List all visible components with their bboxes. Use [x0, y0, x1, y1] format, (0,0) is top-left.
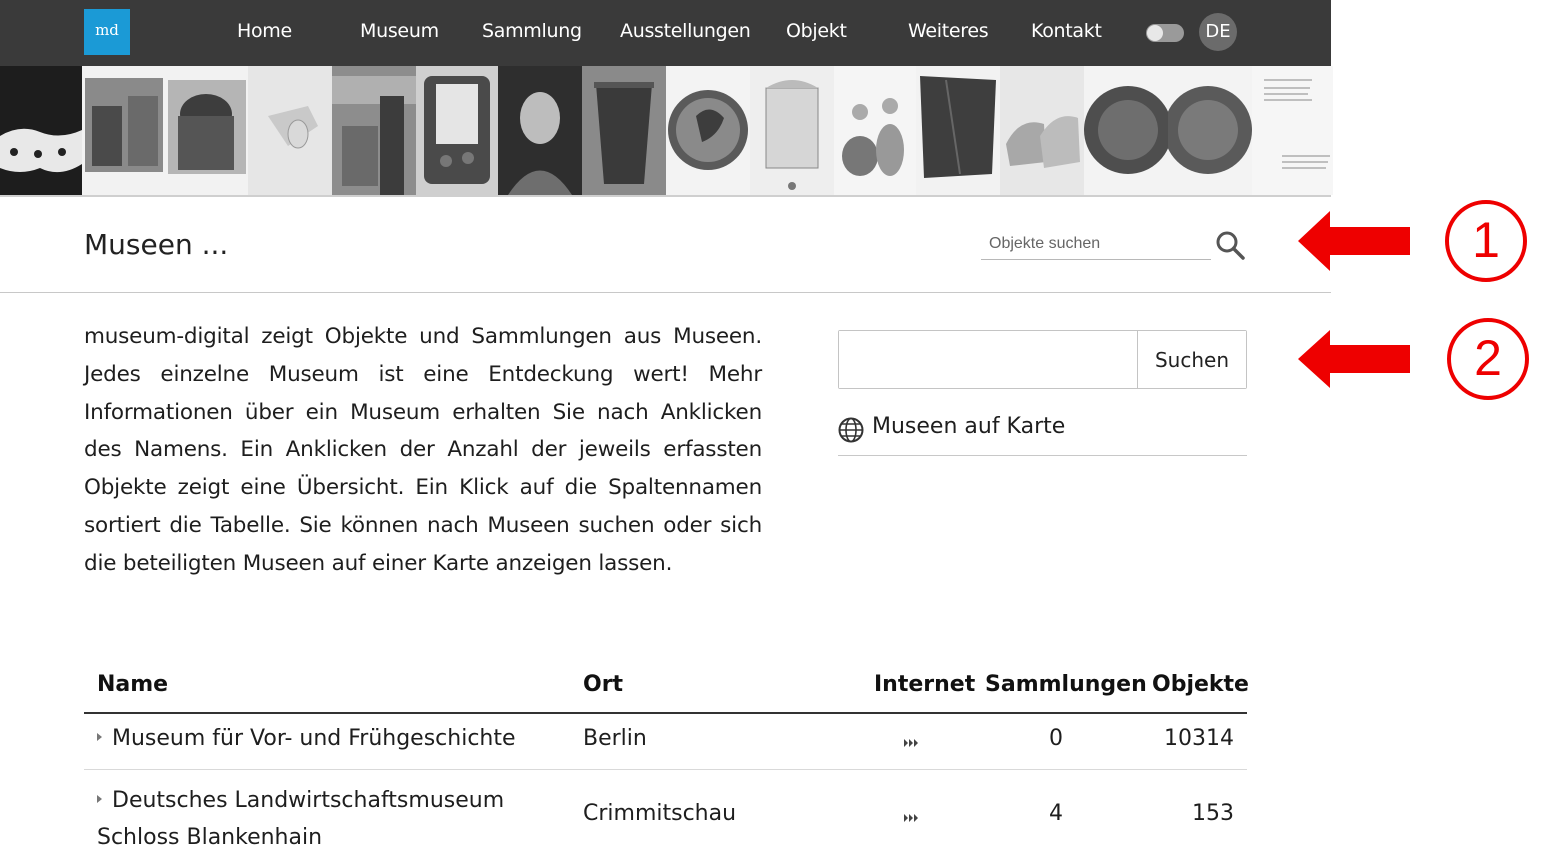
expand-caret-icon[interactable]	[97, 733, 102, 741]
nav-item-museum[interactable]: Museum	[360, 20, 439, 42]
museum-search-button[interactable]: Suchen	[1137, 331, 1246, 388]
collections-count[interactable]: 4	[1049, 801, 1063, 826]
column-header-ort[interactable]: Ort	[583, 672, 623, 697]
nav-item-sammlung[interactable]: Sammlung	[482, 20, 582, 42]
museum-name-link[interactable]: Museum für Vor- und Frühgeschichte	[97, 726, 516, 751]
thumb-coin-b[interactable]	[1168, 66, 1252, 195]
collections-count[interactable]: 0	[1049, 726, 1063, 751]
table-row: Deutsches Landwirtschaftsmuseum Schloss B…	[84, 770, 1247, 853]
thumb-figurines[interactable]	[834, 66, 916, 195]
column-header-objekte[interactable]: Objekte	[1152, 672, 1249, 697]
nav-item-weiteres[interactable]: Weiteres	[908, 20, 989, 42]
top-navigation-bar: md Home Museum Sammlung Ausstellungen Ob…	[0, 0, 1331, 66]
nav-item-kontakt[interactable]: Kontakt	[1031, 20, 1102, 42]
thumb-labelled-box[interactable]	[416, 66, 498, 195]
annotation-number-1: 1	[1445, 200, 1527, 282]
thumb-ornate-panel[interactable]	[750, 66, 834, 195]
thumb-shoes[interactable]	[1000, 66, 1084, 195]
annotation-arrow-icon	[1298, 211, 1410, 271]
thumb-portrait-painting[interactable]	[498, 66, 582, 195]
object-image-strip	[0, 66, 1333, 197]
header-divider	[0, 292, 1331, 293]
thumb-photo-mosque[interactable]	[166, 66, 248, 195]
museum-search-form: Suchen	[838, 330, 1247, 389]
thumb-vessel[interactable]	[582, 66, 666, 195]
map-link-label: Museen auf Karte	[872, 414, 1066, 439]
column-header-sammlungen[interactable]: Sammlungen	[985, 672, 1147, 697]
external-link-icon[interactable]	[904, 738, 920, 748]
object-search-input[interactable]	[981, 229, 1211, 260]
thumb-porcelain[interactable]	[0, 66, 82, 195]
theme-toggle[interactable]	[1146, 24, 1184, 42]
museum-location: Crimmitschau	[583, 801, 737, 826]
nav-item-objekt[interactable]: Objekt	[786, 20, 847, 42]
expand-caret-icon[interactable]	[97, 795, 102, 803]
language-switcher[interactable]: DE	[1199, 13, 1237, 51]
museum-search-input[interactable]	[839, 331, 1137, 388]
museum-name-link[interactable]: Deutsches Landwirtschaftsmuseum Schloss B…	[97, 782, 517, 853]
thumb-coin-helmet[interactable]	[666, 66, 750, 195]
thumb-metal-tool[interactable]	[332, 66, 416, 195]
globe-icon	[838, 417, 864, 443]
annotation-arrow-icon	[1298, 330, 1410, 388]
objects-count[interactable]: 10314	[1164, 726, 1234, 751]
column-header-name[interactable]: Name	[97, 672, 168, 697]
nav-item-ausstellungen[interactable]: Ausstellungen	[620, 20, 751, 42]
thumb-photo-workers[interactable]	[82, 66, 166, 195]
nav-item-home[interactable]: Home	[237, 20, 292, 42]
thumb-typed-document[interactable]	[1252, 66, 1333, 195]
column-header-internet[interactable]: Internet	[874, 672, 975, 697]
search-icon[interactable]	[1214, 229, 1246, 261]
external-link-icon[interactable]	[904, 813, 920, 823]
table-row: Museum für Vor- und Frühgeschichte Berli…	[84, 714, 1247, 770]
thumb-coin-a[interactable]	[1084, 66, 1168, 195]
museum-location: Berlin	[583, 726, 647, 751]
page-title: Museen ...	[84, 228, 229, 261]
annotation-number-2: 2	[1447, 318, 1529, 400]
site-logo[interactable]: md	[84, 9, 130, 55]
objects-count[interactable]: 153	[1192, 801, 1234, 826]
museums-map-link[interactable]: Museen auf Karte	[838, 412, 1247, 456]
thumb-stone-fragment[interactable]	[916, 66, 1000, 195]
intro-text: museum-digital zeigt Objekte und Sammlun…	[84, 324, 762, 576]
thumb-glass-object[interactable]	[248, 66, 332, 195]
